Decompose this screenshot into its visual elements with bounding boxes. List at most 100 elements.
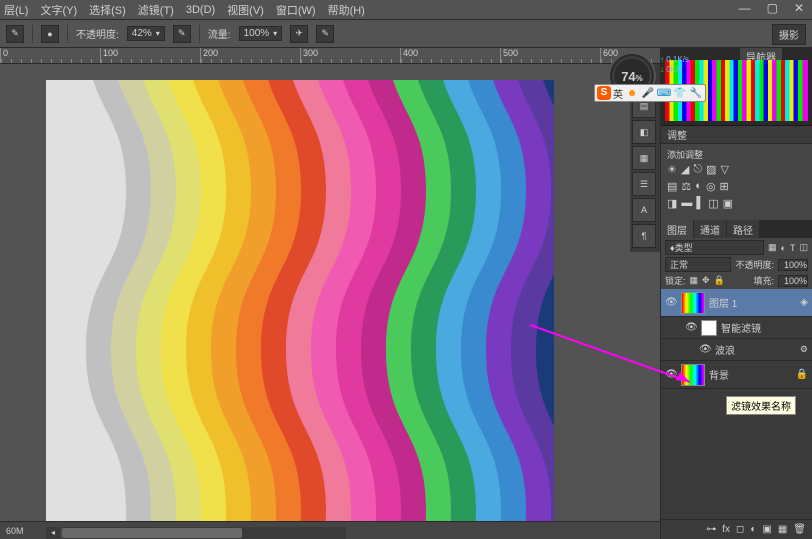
brightness-icon[interactable]: ☀	[667, 163, 677, 176]
ime-language[interactable]: 英	[613, 86, 623, 101]
layer-style-icon[interactable]: fx	[722, 524, 730, 535]
scrollbar-thumb[interactable]	[62, 528, 242, 538]
menu-select[interactable]: 选择(S)	[89, 2, 126, 18]
channelmixer-icon[interactable]: ⊞	[720, 180, 729, 193]
opacity-label: 不透明度:	[76, 26, 119, 41]
ime-keyboard-icon[interactable]: ⌨	[657, 86, 671, 100]
adjustment-layer-icon[interactable]: ◐	[750, 524, 756, 535]
adjustments-body: 添加调整 ☀ ◢ ⎋ ▨ ▽ ▤ ⚖ ◐ ◎ ⊞ ◨ ▬ ▌ ◫ ▣	[661, 144, 812, 220]
menu-type[interactable]: 文字(Y)	[40, 2, 77, 18]
swatches-icon[interactable]: ▦	[632, 146, 656, 170]
layer-row[interactable]: 👁 图层 1 ◈	[661, 289, 812, 317]
tool-preset-icon[interactable]: ✎	[6, 25, 24, 43]
pressure-opacity-icon[interactable]: ✎	[173, 25, 191, 43]
canvas-artwork	[46, 80, 554, 528]
selective-icon[interactable]: ▣	[723, 197, 733, 210]
menu-layer[interactable]: 层(L)	[4, 2, 28, 18]
ruler-tick: 500	[500, 48, 600, 63]
menu-window[interactable]: 窗口(W)	[276, 2, 316, 18]
menu-filter[interactable]: 滤镜(T)	[138, 2, 174, 18]
photofilter-icon[interactable]: ◎	[706, 180, 716, 193]
gradient-icon[interactable]: ◫	[708, 197, 718, 210]
ime-skin-icon[interactable]: 👕	[673, 86, 687, 100]
layer-name[interactable]: 图层 1	[709, 295, 737, 310]
minimize-button[interactable]: —	[735, 1, 755, 15]
fill-input[interactable]	[778, 275, 808, 287]
posterize-icon[interactable]: ▬	[681, 197, 692, 210]
libraries-icon[interactable]: ☰	[632, 172, 656, 196]
opacity-dropdown[interactable]: 42%	[127, 26, 165, 41]
layer-name[interactable]: 背景	[709, 367, 729, 382]
bw-icon[interactable]: ◐	[695, 180, 702, 193]
layer-row[interactable]: 👁 波浪 ⚙	[661, 339, 812, 361]
ime-tool-icon[interactable]: 🔧	[689, 86, 703, 100]
brush-preset-icon[interactable]: ●	[41, 25, 59, 43]
ime-voice-icon[interactable]: 🎤	[641, 86, 655, 100]
group-icon[interactable]: ▣	[762, 524, 771, 535]
filter-adj-icon[interactable]: ◐	[781, 243, 786, 253]
menu-3d[interactable]: 3D(D)	[186, 4, 215, 16]
new-layer-icon[interactable]: ▦	[778, 524, 787, 535]
visibility-icon[interactable]: 👁	[685, 322, 697, 333]
layer-opacity-input[interactable]	[778, 259, 808, 271]
zoom-level[interactable]: 60M	[6, 526, 24, 536]
link-layers-icon[interactable]: ⊶	[706, 524, 716, 535]
layers-tab[interactable]: 图层	[661, 220, 693, 238]
delete-layer-icon[interactable]: 🗑	[793, 524, 806, 535]
layer-row[interactable]: 👁 智能滤镜	[661, 317, 812, 339]
sogou-logo-icon[interactable]: S	[597, 86, 611, 100]
lock-label: 锁定:	[665, 274, 686, 287]
visibility-icon[interactable]: 👁	[665, 369, 677, 380]
layer-row[interactable]: 👁 背景 🔒	[661, 361, 812, 389]
right-panels: 导航器 调整 添加调整 ☀ ◢ ⎋ ▨ ▽ ▤ ⚖ ◐ ◎ ⊞ ◨ ▬ ▌ ◫ …	[660, 48, 812, 539]
workspace-button[interactable]: 摄影	[772, 24, 806, 45]
filter-mask-thumbnail[interactable]	[701, 320, 717, 336]
layer-mask-icon[interactable]: ◻	[736, 524, 744, 535]
filter-shape-icon[interactable]: ◫	[799, 242, 808, 253]
exposure-icon[interactable]: ▨	[706, 163, 716, 176]
ime-emoji-icon[interactable]: ☻	[625, 86, 639, 100]
ruler-tick: 200	[200, 48, 300, 63]
filter-options-icon[interactable]: ⚙	[800, 344, 808, 355]
curves-icon[interactable]: ⎋	[693, 163, 702, 176]
threshold-icon[interactable]: ▌	[696, 197, 704, 210]
visibility-icon[interactable]: 👁	[665, 297, 677, 308]
huesat-icon[interactable]: ▤	[667, 180, 677, 193]
airbrush-icon[interactable]: ✈	[290, 25, 308, 43]
ime-toolbar[interactable]: S 英 ☻ 🎤 ⌨ 👕 🔧	[594, 84, 706, 102]
flow-dropdown[interactable]: 100%	[239, 26, 283, 41]
scrollbar-track[interactable]	[62, 527, 346, 539]
color-icon[interactable]: ◧	[632, 120, 656, 144]
scroll-left-icon[interactable]: ◂	[46, 527, 60, 539]
menu-view[interactable]: 视图(V)	[227, 2, 264, 18]
layer-filter-dropdown[interactable]: ♦类型	[665, 240, 764, 255]
lock-position-icon[interactable]: ✥	[702, 275, 710, 286]
pressure-size-icon[interactable]: ✎	[316, 25, 334, 43]
horizontal-scrollbar[interactable]: ◂	[46, 527, 346, 539]
filter-effect-name[interactable]: 波浪	[715, 342, 735, 357]
paragraph-icon[interactable]: ¶	[632, 224, 656, 248]
filter-type-icon[interactable]: T	[790, 243, 796, 253]
blend-mode-dropdown[interactable]: 正常	[665, 257, 731, 272]
colorbalance-icon[interactable]: ⚖	[681, 180, 691, 193]
flow-label: 流量:	[208, 26, 231, 41]
paths-tab[interactable]: 路径	[727, 220, 759, 238]
layer-thumbnail[interactable]	[681, 364, 705, 386]
invert-icon[interactable]: ◨	[667, 197, 677, 210]
channels-tab[interactable]: 通道	[694, 220, 726, 238]
smart-object-icon: ◈	[800, 297, 808, 308]
vibrance-icon[interactable]: ▽	[720, 163, 728, 176]
filter-pixel-icon[interactable]: ▦	[768, 242, 777, 253]
levels-icon[interactable]: ◢	[681, 163, 689, 176]
character-icon[interactable]: A	[632, 198, 656, 222]
maximize-button[interactable]: ▢	[763, 1, 782, 15]
lock-pixels-icon[interactable]: ▦	[690, 275, 699, 286]
visibility-icon[interactable]: 👁	[699, 344, 711, 355]
adjustments-header[interactable]: 调整	[661, 126, 812, 144]
close-button[interactable]: ✕	[790, 1, 808, 15]
layer-thumbnail[interactable]	[681, 292, 705, 314]
lock-all-icon[interactable]: 🔒	[714, 275, 725, 286]
ruler-tick: 300	[300, 48, 400, 63]
document-canvas[interactable]	[46, 80, 554, 528]
menu-help[interactable]: 帮助(H)	[328, 2, 365, 18]
